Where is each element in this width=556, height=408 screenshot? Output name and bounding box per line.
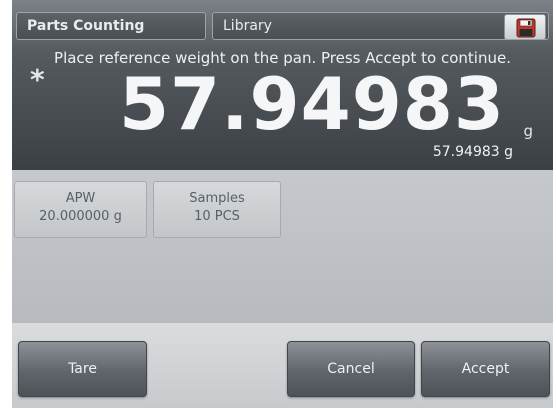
accept-button[interactable]: Accept bbox=[421, 341, 550, 397]
footer-bar: Tare Cancel Accept bbox=[12, 323, 553, 408]
samples-label: Samples bbox=[189, 191, 245, 206]
main-weight-unit: g bbox=[523, 122, 533, 140]
apw-value: 20.000000 g bbox=[39, 209, 122, 224]
samples-button[interactable]: Samples 10 PCS bbox=[153, 181, 281, 238]
top-bar: Parts Counting Library bbox=[14, 4, 551, 42]
secondary-weight-value: 57.94983 g bbox=[432, 144, 513, 160]
floppy-disk-icon bbox=[516, 18, 536, 38]
weight-display: Parts Counting Library Place reference w… bbox=[12, 0, 553, 170]
application-mode-tab[interactable]: Parts Counting bbox=[16, 12, 206, 40]
apw-button[interactable]: APW 20.000000 g bbox=[14, 181, 147, 238]
library-tab[interactable]: Library bbox=[212, 12, 549, 40]
apw-label: APW bbox=[65, 191, 96, 206]
parameters-area: APW 20.000000 g Samples 10 PCS bbox=[12, 170, 553, 323]
samples-value: 10 PCS bbox=[194, 209, 240, 224]
main-weight-value: 57.94983 bbox=[118, 62, 505, 146]
cancel-button[interactable]: Cancel bbox=[287, 341, 415, 397]
tare-button[interactable]: Tare bbox=[18, 341, 147, 397]
save-button[interactable] bbox=[504, 14, 546, 39]
stability-indicator: * bbox=[30, 63, 45, 96]
balance-screen: Parts Counting Library Place reference w… bbox=[12, 0, 553, 408]
library-tab-label: Library bbox=[223, 18, 272, 34]
